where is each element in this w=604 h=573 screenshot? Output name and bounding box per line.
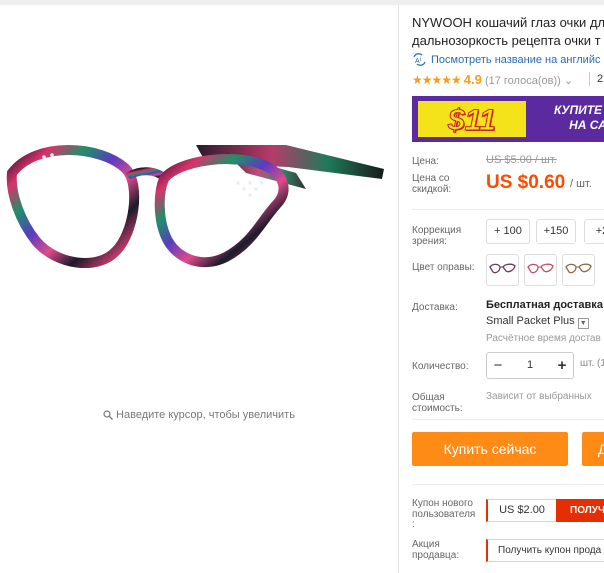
- price-unit: / шт.: [570, 178, 592, 190]
- add-to-cart-button[interactable]: Д: [582, 432, 604, 466]
- correction-option-100[interactable]: + 100: [486, 219, 530, 244]
- sale-price: US $0.60: [486, 172, 566, 193]
- product-title-line-2: дальнозоркость рецепта очки т: [412, 33, 601, 48]
- new-user-coupon-label-1: Купон нового: [412, 498, 473, 509]
- product-title-line-1: NYWOOH кошачий глаз очки дл: [412, 15, 604, 30]
- correction-option-150[interactable]: +150: [536, 219, 576, 244]
- promo-banner[interactable]: $11 КУПИТЕ СЕ НА СА: [412, 96, 604, 142]
- shipping-method[interactable]: Small Packet Plus: [486, 315, 575, 327]
- product-gallery[interactable]: Наведите курсор, чтобы увеличить: [0, 5, 398, 573]
- svg-text:i: i: [420, 57, 421, 63]
- total-label-2: стоимость:: [412, 403, 463, 414]
- seller-promo-label-2: продавца:: [412, 550, 460, 561]
- swatch-glasses-icon: [527, 263, 554, 274]
- promo-text-line-1: КУПИТЕ СЕ: [553, 103, 604, 117]
- rating-row[interactable]: ★★★★★ 4.9 (17 голоса(ов)) ⌄: [412, 72, 573, 87]
- translate-title-link[interactable]: Ai Посмотреть название на английс: [412, 53, 600, 66]
- shipping-title: Бесплатная доставка в: [486, 299, 604, 311]
- sale-price-label-2: скидкой:: [412, 184, 452, 195]
- shipping-label: Доставка:: [412, 302, 458, 313]
- new-user-coupon-label-2: пользователя: [412, 509, 476, 520]
- promo-text: КУПИТЕ СЕ НА СА: [538, 103, 604, 133]
- chevron-down-icon[interactable]: ▼: [577, 318, 589, 329]
- promo-price: $11: [448, 104, 497, 138]
- divider: [412, 209, 604, 210]
- buy-now-button[interactable]: Купить сейчас: [412, 432, 568, 466]
- sale-price-label-1: Цена со: [412, 173, 450, 184]
- orders-count: 2: [597, 73, 604, 85]
- total-value: Зависит от выбранных: [486, 391, 592, 402]
- rating-value: 4.9: [463, 72, 482, 87]
- frame-color-swatch-1[interactable]: [486, 254, 519, 286]
- quantity-label: Количество:: [412, 361, 469, 372]
- divider: [412, 419, 604, 420]
- quantity-stepper[interactable]: − 1 +: [486, 352, 574, 379]
- product-title: NYWOOH кошачий глаз очки дл дальнозоркос…: [412, 14, 604, 50]
- correction-label-2: зрения:: [412, 236, 448, 247]
- votes-count[interactable]: (17 голоса(ов)): [485, 75, 561, 87]
- new-user-coupon-label-3: :: [412, 519, 415, 530]
- quantity-input[interactable]: 1: [509, 353, 551, 378]
- swatch-glasses-icon: [489, 263, 516, 274]
- translate-icon: Ai: [413, 53, 426, 66]
- correction-label-1: Коррекция: [412, 225, 462, 236]
- quantity-minus-button[interactable]: −: [487, 353, 509, 378]
- shipping-time: Расчётное время достав: [486, 333, 601, 344]
- product-info: NYWOOH кошачий глаз очки дл дальнозоркос…: [412, 0, 604, 573]
- column-divider: [398, 5, 399, 573]
- translate-link-text[interactable]: Посмотреть название на английс: [431, 54, 600, 66]
- frame-color-swatch-2[interactable]: [524, 254, 557, 286]
- promo-text-line-2: НА СА: [569, 118, 604, 132]
- total-label-1: Общая: [412, 392, 445, 403]
- swatch-glasses-icon: [565, 263, 592, 274]
- quantity-plus-button[interactable]: +: [551, 353, 573, 378]
- get-coupon-button[interactable]: ПОЛУЧ: [556, 499, 604, 522]
- frame-color-swatch-3[interactable]: [562, 254, 595, 286]
- rating-separator: [589, 72, 590, 86]
- frame-color-label: Цвет оправы:: [412, 262, 475, 273]
- product-image-glasses[interactable]: [6, 133, 391, 313]
- zoom-hint-text: Наведите курсор, чтобы увеличить: [116, 409, 295, 421]
- rating-stars-icon: ★★★★★: [412, 73, 462, 87]
- coupon-amount: US $2.00: [486, 499, 557, 522]
- correction-option-200[interactable]: +2: [584, 219, 604, 244]
- shipping-method-select[interactable]: Small Packet Plus ▼: [486, 315, 589, 329]
- seller-coupon-button[interactable]: Получить купон прода: [486, 539, 604, 562]
- magnifier-icon: [103, 410, 113, 420]
- divider: [412, 484, 604, 485]
- original-price: US $5.00 / шт.: [486, 154, 557, 166]
- price-label: Цена:: [412, 156, 439, 167]
- zoom-hint: Наведите курсор, чтобы увеличить: [0, 409, 398, 421]
- seller-promo-label-1: Акция: [412, 539, 440, 550]
- chevron-down-icon[interactable]: ⌄: [564, 75, 573, 87]
- quantity-unit: шт. (1: [580, 358, 604, 369]
